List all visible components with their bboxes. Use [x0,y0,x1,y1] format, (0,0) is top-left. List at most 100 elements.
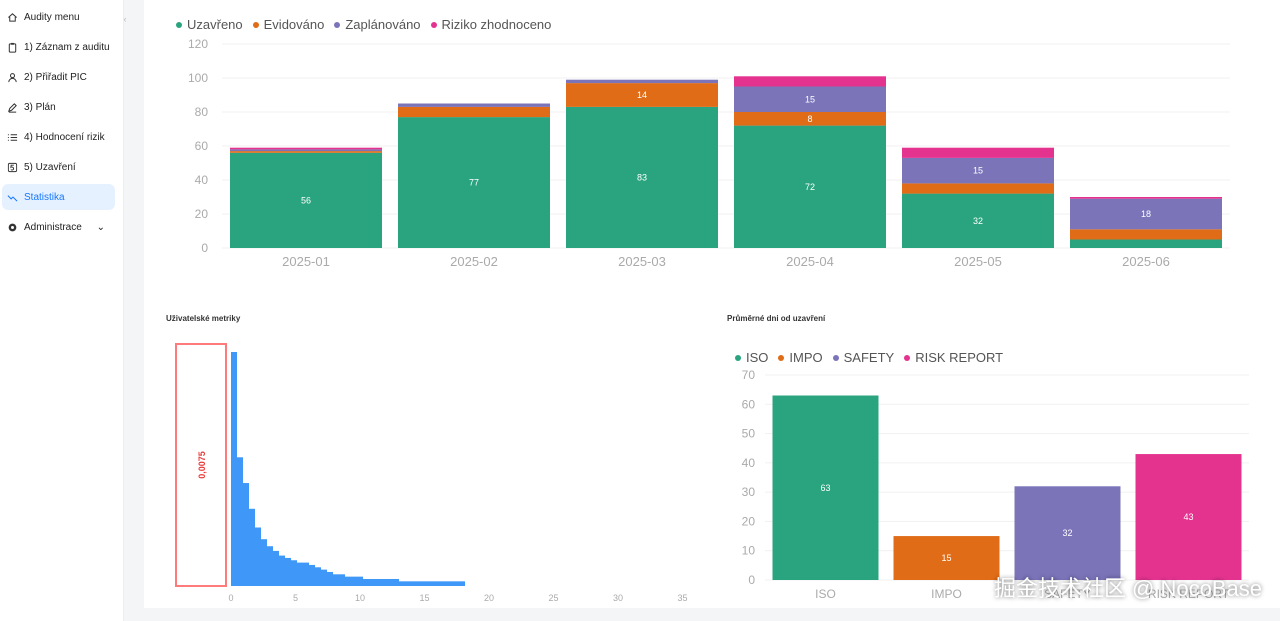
y-tick-label: 20 [742,514,756,528]
histogram-chart-card: Uživatelské metriky 0,0075 0 5 10 15 20 25 30 35 [166,308,696,608]
histogram-bar [399,581,405,586]
dashboard: Uzavřeno Evidováno Zaplánováno Riziko zh… [144,0,1280,608]
x-tick-label: 2025-03 [618,254,666,269]
sidebar-item-statistika[interactable]: Statistika [2,184,115,210]
histogram-bar [303,562,309,586]
x-tick-label: 2025-04 [786,254,834,269]
histogram-bar [429,581,435,586]
x-tick-label: 5 [293,593,298,603]
number-five-icon [7,162,18,173]
histogram-bar [387,578,393,586]
histogram-bar [375,578,381,586]
y-tick-label: 50 [742,427,756,441]
sidebar-item-priradit-pic[interactable]: 2) Přiřadit PIC [2,64,115,90]
histogram-bar [459,581,465,586]
x-tick-label: 25 [548,593,558,603]
bar-segment [1070,239,1222,248]
data-label: 18 [1141,209,1151,219]
bar-segment [1070,229,1222,240]
data-label: 32 [1062,528,1072,538]
histogram-bar [441,581,447,586]
x-tick-label: ISO [815,587,836,601]
sidebar-item-label: 4) Hodnocení rizik [24,131,105,143]
y-tick-label: 40 [742,456,756,470]
sidebar-item-plan[interactable]: 3) Plán [2,94,115,120]
data-label: 8 [807,114,812,124]
sidebar-item-zaznam-z-auditu[interactable]: 1) Záznam z auditu [2,34,115,60]
sidebar: ‹ Audity menu 1) Záznam z auditu 2) Přiř… [0,0,127,621]
histogram-bar [291,560,297,586]
histogram-bar [447,581,453,586]
data-label: 83 [637,172,647,182]
sidebar-item-label: Administrace [24,221,82,233]
x-tick-label: 15 [419,593,429,603]
x-tick-label: 2025-01 [282,254,330,269]
sidebar-item-label: 1) Záznam z auditu [24,41,110,53]
data-label: 72 [805,182,815,192]
monthly-status-chart: Uzavřeno Evidováno Zaplánováno Riziko zh… [174,14,1264,276]
histogram-svg: 0,0075 0 5 10 15 20 25 30 35 [175,343,688,603]
histogram-bar [261,539,267,586]
y-tick-label: 120 [188,37,208,51]
watermark: 掘金技术社区 @ NocoBase [993,576,1262,601]
line-chart-icon [7,192,18,203]
histogram-bar [453,581,459,586]
bar-segment [734,76,886,87]
sidebar-item-audity-menu[interactable]: Audity menu [2,4,115,30]
bar-segment [398,106,550,118]
histogram-bar [255,527,261,586]
sidebar-item-label: 2) Přiřadit PIC [24,71,87,83]
y-tick-label: 30 [742,485,756,499]
histogram-bar [393,578,399,586]
histogram-bar [339,574,345,586]
chevron-left-icon[interactable]: ‹ [119,12,131,26]
histogram-bar [381,578,387,586]
x-tick-label: 10 [355,593,365,603]
histogram-bar [315,567,321,586]
y-tick-label: 0 [201,241,208,255]
sidebar-item-hodnoceni-rizik[interactable]: 4) Hodnocení rizik [2,124,115,150]
y-tick-label: 10 [742,544,756,558]
y-tick-label: 20 [195,207,209,221]
y-tick-label: 70 [742,368,756,382]
x-tick-label: 30 [613,593,623,603]
y-tick-label: 60 [195,139,209,153]
data-label: 15 [973,166,983,176]
histogram-bar [357,576,363,586]
bar-segment [1070,197,1222,199]
monthly-chart-svg: 0 20 40 60 80 100 120 56 2025-01 77 2025-02 83 14 202… [188,37,1230,269]
category-chart-card: Průměrné dni od uzavření ISO IMPO SAFETY… [727,308,1257,608]
y-tick-label: 100 [188,71,208,85]
histogram-bar [369,578,375,586]
bar-segment [230,149,382,152]
y-tick-label: 0 [748,573,755,587]
sidebar-item-label: 5) Uzavření [24,161,76,173]
histogram-bar [285,557,291,586]
histogram-bar [297,562,303,586]
bar-segment [566,79,718,84]
histogram-bar [267,546,273,586]
outlier-label: 0,0075 [197,451,207,479]
home-icon [7,12,18,23]
sidebar-item-label: Statistika [24,191,65,203]
bar-segment [398,103,550,107]
bar-segment [902,183,1054,194]
sidebar-item-uzavreni[interactable]: 5) Uzavření [2,154,115,180]
histogram-bar [309,564,315,586]
histogram-bar [351,576,357,586]
x-tick-label: 20 [484,593,494,603]
sidebar-item-administrace[interactable]: Administrace ⌄ [2,214,115,240]
histogram-bar [249,508,255,586]
histogram-bar [327,571,333,586]
bar-segment [230,151,382,153]
category-chart-svg: 01020304050607063ISO15IMPO32SAFETY43RISK… [742,368,1249,601]
histogram-bar [417,581,423,586]
x-tick-label: 35 [677,593,687,603]
data-label: 14 [637,90,647,100]
x-tick-label: 2025-06 [1122,254,1170,269]
x-tick-label: IMPO [931,587,962,601]
histogram-bar [411,581,417,586]
histogram-bar [405,581,411,586]
data-label: 15 [805,94,815,104]
histogram-bar [279,555,285,586]
